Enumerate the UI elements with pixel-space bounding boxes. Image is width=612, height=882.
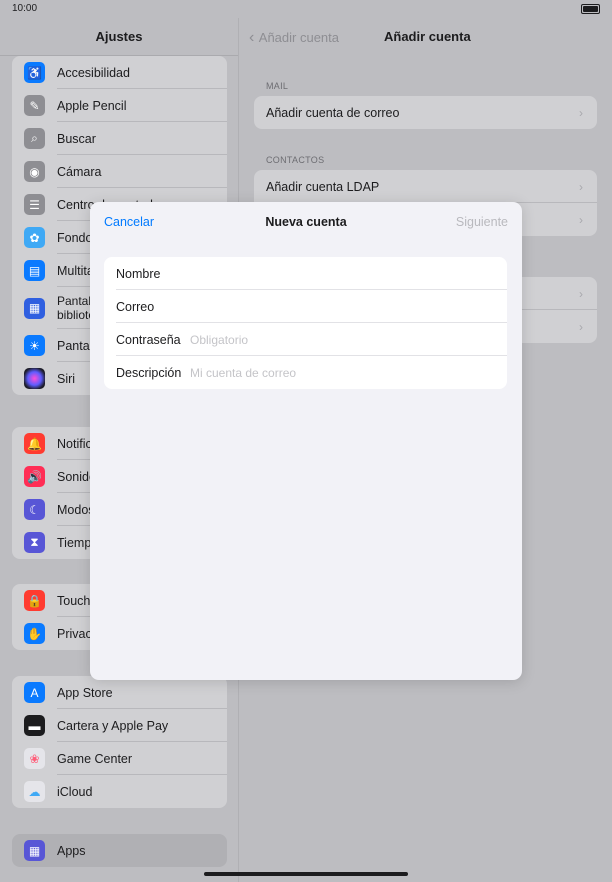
sidebar-item-icloud[interactable]: ☁ iCloud bbox=[12, 775, 227, 808]
status-time: 10:00 bbox=[12, 3, 38, 14]
section-header-mail: MAIL bbox=[266, 81, 289, 91]
privacy-hand-icon: ✋ bbox=[24, 623, 45, 644]
focus-icon: ☾ bbox=[24, 499, 45, 520]
sidebar-group-apps: ▦ Apps bbox=[12, 834, 227, 867]
back-button[interactable]: ‹ Añadir cuenta bbox=[249, 29, 339, 47]
game-center-icon: ❀ bbox=[24, 748, 45, 769]
name-field[interactable] bbox=[190, 266, 490, 281]
brightness-icon: ☀ bbox=[24, 335, 45, 356]
sidebar-item-accessibility[interactable]: ♿ Accesibilidad bbox=[12, 56, 227, 89]
sidebar-item-apps[interactable]: ▦ Apps bbox=[12, 834, 227, 867]
pencil-icon: ✎ bbox=[24, 95, 45, 116]
name-label: Nombre bbox=[116, 266, 161, 281]
sidebar-item-label: Accesibilidad bbox=[57, 65, 130, 80]
camera-icon: ◉ bbox=[24, 161, 45, 182]
chevron-right-icon: › bbox=[579, 320, 583, 334]
app-store-icon: A bbox=[24, 682, 45, 703]
apps-grid-icon: ▦ bbox=[24, 840, 45, 861]
password-row: Contraseña bbox=[104, 323, 507, 356]
sidebar-group-services: A App Store ▬ Cartera y Apple Pay ❀ Game… bbox=[12, 676, 227, 808]
sidebar-item-wallet[interactable]: ▬ Cartera y Apple Pay bbox=[12, 709, 227, 742]
description-field[interactable] bbox=[190, 365, 490, 380]
sidebar-item-label: Apps bbox=[57, 843, 86, 858]
new-account-sheet: Nueva cuenta Cancelar Siguiente Nombre C… bbox=[90, 202, 522, 680]
lock-icon: 🔒 bbox=[24, 590, 45, 611]
mail-group: Añadir cuenta de correo › bbox=[254, 96, 597, 129]
sidebar-item-label: Buscar bbox=[57, 131, 96, 146]
cancel-button[interactable]: Cancelar bbox=[104, 215, 154, 229]
description-row: Descripción bbox=[104, 356, 507, 389]
chevron-right-icon: › bbox=[579, 180, 583, 194]
sidebar-item-label: Cartera y Apple Pay bbox=[57, 718, 169, 733]
add-ldap-account-item[interactable]: Añadir cuenta LDAP › bbox=[254, 170, 597, 203]
notifications-icon: 🔔 bbox=[24, 433, 45, 454]
list-item-label: Añadir cuenta de correo bbox=[266, 105, 400, 120]
home-screen-icon: ▦ bbox=[24, 297, 45, 319]
screen-time-icon: ⧗ bbox=[24, 532, 45, 553]
search-icon: ⌕ bbox=[24, 128, 45, 149]
add-mail-account-item[interactable]: Añadir cuenta de correo › bbox=[254, 96, 597, 129]
sidebar-item-label: Game Center bbox=[57, 751, 133, 766]
sidebar-item-label: App Store bbox=[57, 685, 113, 700]
password-label: Contraseña bbox=[116, 332, 181, 347]
control-center-icon: ☰ bbox=[24, 194, 45, 215]
sidebar-item-label: iCloud bbox=[57, 784, 93, 799]
email-label: Correo bbox=[116, 299, 155, 314]
sidebar-item-camera[interactable]: ◉ Cámara bbox=[12, 155, 227, 188]
sidebar-item-app-store[interactable]: A App Store bbox=[12, 676, 227, 709]
wallet-icon: ▬ bbox=[24, 715, 45, 736]
description-label: Descripción bbox=[116, 365, 182, 380]
password-field[interactable] bbox=[190, 332, 490, 347]
page-title: Añadir cuenta bbox=[384, 29, 471, 44]
accessibility-icon: ♿ bbox=[24, 62, 45, 83]
sidebar-item-label: Cámara bbox=[57, 164, 102, 179]
chevron-right-icon: › bbox=[579, 213, 583, 227]
status-bar: 10:00 bbox=[0, 0, 612, 18]
sidebar-item-search[interactable]: ⌕ Buscar bbox=[12, 122, 227, 155]
chevron-right-icon: › bbox=[579, 106, 583, 120]
home-indicator[interactable] bbox=[204, 872, 408, 876]
account-form: Nombre Correo Contraseña Descripción bbox=[104, 257, 507, 389]
email-field[interactable] bbox=[190, 299, 490, 314]
multitasking-icon: ▤ bbox=[24, 260, 45, 281]
sounds-icon: 🔊 bbox=[24, 466, 45, 487]
sidebar-item-label: Apple Pencil bbox=[57, 98, 127, 113]
sidebar-title: Ajustes bbox=[95, 29, 143, 44]
siri-icon bbox=[24, 368, 45, 389]
battery-icon bbox=[581, 4, 600, 14]
next-button[interactable]: Siguiente bbox=[456, 215, 508, 229]
icloud-icon: ☁ bbox=[24, 781, 45, 802]
sidebar-item-label: Siri bbox=[57, 371, 76, 386]
back-button-label: Añadir cuenta bbox=[258, 30, 340, 45]
section-header-contacts: CONTACTOS bbox=[266, 155, 325, 165]
wallpaper-icon: ✿ bbox=[24, 227, 45, 248]
sidebar-item-game-center[interactable]: ❀ Game Center bbox=[12, 742, 227, 775]
chevron-right-icon: › bbox=[579, 287, 583, 301]
sidebar-item-apple-pencil[interactable]: ✎ Apple Pencil bbox=[12, 89, 227, 122]
list-item-label: Añadir cuenta LDAP bbox=[266, 179, 380, 194]
name-row: Nombre bbox=[104, 257, 507, 290]
email-row: Correo bbox=[104, 290, 507, 323]
chevron-left-icon: ‹ bbox=[249, 29, 259, 46]
